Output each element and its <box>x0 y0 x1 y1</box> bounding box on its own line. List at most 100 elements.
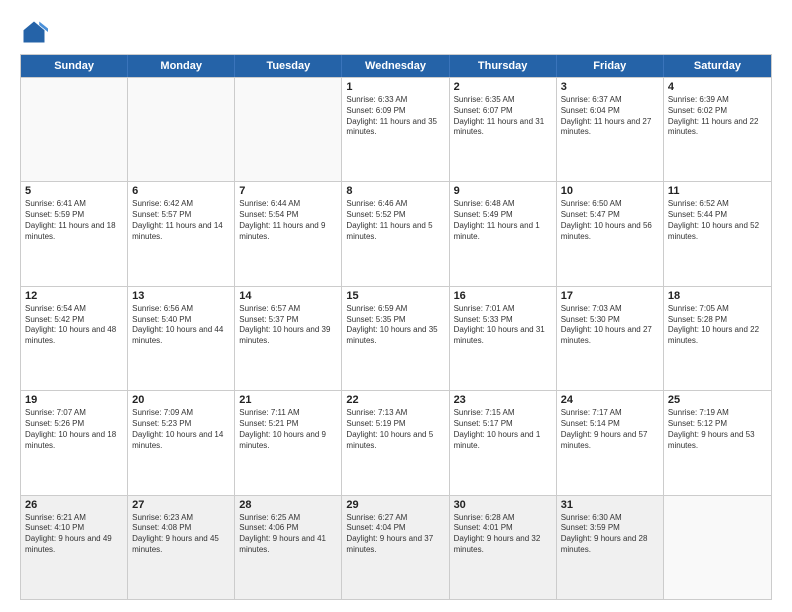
cal-cell: 15 Sunrise: 6:59 AM Sunset: 5:35 PM Dayli… <box>342 287 449 390</box>
cal-cell: 28 Sunrise: 6:25 AM Sunset: 4:06 PM Dayli… <box>235 496 342 599</box>
cal-cell <box>128 78 235 181</box>
day-number: 28 <box>239 499 337 511</box>
cell-info: Sunrise: 6:57 AM Sunset: 5:37 PM Dayligh… <box>239 304 337 347</box>
calendar-header-row: SundayMondayTuesdayWednesdayThursdayFrid… <box>21 55 771 77</box>
cal-cell <box>664 496 771 599</box>
cell-info: Sunrise: 6:46 AM Sunset: 5:52 PM Dayligh… <box>346 199 444 242</box>
cal-cell: 22 Sunrise: 7:13 AM Sunset: 5:19 PM Dayli… <box>342 391 449 494</box>
day-number: 14 <box>239 290 337 302</box>
cal-cell: 4 Sunrise: 6:39 AM Sunset: 6:02 PM Daylig… <box>664 78 771 181</box>
cell-info: Sunrise: 6:33 AM Sunset: 6:09 PM Dayligh… <box>346 95 444 138</box>
cell-info: Sunrise: 6:48 AM Sunset: 5:49 PM Dayligh… <box>454 199 552 242</box>
cal-header-tuesday: Tuesday <box>235 55 342 77</box>
day-number: 5 <box>25 185 123 197</box>
calendar: SundayMondayTuesdayWednesdayThursdayFrid… <box>20 54 772 600</box>
day-number: 30 <box>454 499 552 511</box>
day-number: 18 <box>668 290 767 302</box>
cal-cell: 9Sunrise: 6:48 AM Sunset: 5:49 PM Daylig… <box>450 182 557 285</box>
cal-cell <box>21 78 128 181</box>
day-number: 23 <box>454 394 552 406</box>
logo-icon <box>20 18 48 46</box>
calendar-row-3: 19 Sunrise: 7:07 AM Sunset: 5:26 PM Dayli… <box>21 390 771 494</box>
cell-info: Sunrise: 7:09 AM Sunset: 5:23 PM Dayligh… <box>132 408 230 451</box>
header <box>20 18 772 46</box>
cal-cell: 23 Sunrise: 7:15 AM Sunset: 5:17 PM Dayli… <box>450 391 557 494</box>
cell-info: Sunrise: 6:27 AM Sunset: 4:04 PM Dayligh… <box>346 513 444 556</box>
cal-cell: 8 Sunrise: 6:46 AM Sunset: 5:52 PM Daylig… <box>342 182 449 285</box>
cell-info: Sunrise: 7:19 AM Sunset: 5:12 PM Dayligh… <box>668 408 767 451</box>
cell-info: Sunrise: 6:30 AM Sunset: 3:59 PM Dayligh… <box>561 513 659 556</box>
cal-cell: 14 Sunrise: 6:57 AM Sunset: 5:37 PM Dayli… <box>235 287 342 390</box>
cell-info: Sunrise: 6:41 AM Sunset: 5:59 PM Dayligh… <box>25 199 123 242</box>
cell-info: Sunrise: 7:13 AM Sunset: 5:19 PM Dayligh… <box>346 408 444 451</box>
cell-info: Sunrise: 7:07 AM Sunset: 5:26 PM Dayligh… <box>25 408 123 451</box>
cell-info: Sunrise: 6:42 AM Sunset: 5:57 PM Dayligh… <box>132 199 230 242</box>
cal-header-monday: Monday <box>128 55 235 77</box>
day-number: 8 <box>346 185 444 197</box>
cal-cell: 18Sunrise: 7:05 AM Sunset: 5:28 PM Dayli… <box>664 287 771 390</box>
cell-info: Sunrise: 6:35 AM Sunset: 6:07 PM Dayligh… <box>454 95 552 138</box>
page: SundayMondayTuesdayWednesdayThursdayFrid… <box>0 0 792 612</box>
cal-cell: 5 Sunrise: 6:41 AM Sunset: 5:59 PM Daylig… <box>21 182 128 285</box>
day-number: 4 <box>668 81 767 93</box>
cal-header-friday: Friday <box>557 55 664 77</box>
calendar-row-4: 26Sunrise: 6:21 AM Sunset: 4:10 PM Dayli… <box>21 495 771 599</box>
calendar-row-0: 1Sunrise: 6:33 AM Sunset: 6:09 PM Daylig… <box>21 77 771 181</box>
cell-info: Sunrise: 7:17 AM Sunset: 5:14 PM Dayligh… <box>561 408 659 451</box>
cal-cell <box>235 78 342 181</box>
cal-cell: 13Sunrise: 6:56 AM Sunset: 5:40 PM Dayli… <box>128 287 235 390</box>
day-number: 24 <box>561 394 659 406</box>
day-number: 25 <box>668 394 767 406</box>
calendar-row-2: 12Sunrise: 6:54 AM Sunset: 5:42 PM Dayli… <box>21 286 771 390</box>
cell-info: Sunrise: 7:03 AM Sunset: 5:30 PM Dayligh… <box>561 304 659 347</box>
cal-cell: 21 Sunrise: 7:11 AM Sunset: 5:21 PM Dayli… <box>235 391 342 494</box>
cal-cell: 12Sunrise: 6:54 AM Sunset: 5:42 PM Dayli… <box>21 287 128 390</box>
day-number: 15 <box>346 290 444 302</box>
day-number: 17 <box>561 290 659 302</box>
cal-cell: 10 Sunrise: 6:50 AM Sunset: 5:47 PM Dayli… <box>557 182 664 285</box>
cell-info: Sunrise: 6:56 AM Sunset: 5:40 PM Dayligh… <box>132 304 230 347</box>
day-number: 19 <box>25 394 123 406</box>
day-number: 29 <box>346 499 444 511</box>
cal-cell: 20Sunrise: 7:09 AM Sunset: 5:23 PM Dayli… <box>128 391 235 494</box>
day-number: 26 <box>25 499 123 511</box>
day-number: 31 <box>561 499 659 511</box>
cell-info: Sunrise: 6:50 AM Sunset: 5:47 PM Dayligh… <box>561 199 659 242</box>
cal-cell: 1Sunrise: 6:33 AM Sunset: 6:09 PM Daylig… <box>342 78 449 181</box>
cell-info: Sunrise: 7:15 AM Sunset: 5:17 PM Dayligh… <box>454 408 552 451</box>
day-number: 2 <box>454 81 552 93</box>
cell-info: Sunrise: 6:23 AM Sunset: 4:08 PM Dayligh… <box>132 513 230 556</box>
cell-info: Sunrise: 6:28 AM Sunset: 4:01 PM Dayligh… <box>454 513 552 556</box>
cell-info: Sunrise: 6:44 AM Sunset: 5:54 PM Dayligh… <box>239 199 337 242</box>
day-number: 27 <box>132 499 230 511</box>
cal-cell: 6 Sunrise: 6:42 AM Sunset: 5:57 PM Daylig… <box>128 182 235 285</box>
cal-cell: 3 Sunrise: 6:37 AM Sunset: 6:04 PM Daylig… <box>557 78 664 181</box>
cell-info: Sunrise: 7:01 AM Sunset: 5:33 PM Dayligh… <box>454 304 552 347</box>
day-number: 11 <box>668 185 767 197</box>
cell-info: Sunrise: 6:37 AM Sunset: 6:04 PM Dayligh… <box>561 95 659 138</box>
day-number: 10 <box>561 185 659 197</box>
cal-cell: 11Sunrise: 6:52 AM Sunset: 5:44 PM Dayli… <box>664 182 771 285</box>
day-number: 22 <box>346 394 444 406</box>
day-number: 7 <box>239 185 337 197</box>
cal-header-sunday: Sunday <box>21 55 128 77</box>
calendar-body: 1Sunrise: 6:33 AM Sunset: 6:09 PM Daylig… <box>21 77 771 599</box>
cal-header-thursday: Thursday <box>450 55 557 77</box>
cal-cell: 29 Sunrise: 6:27 AM Sunset: 4:04 PM Dayli… <box>342 496 449 599</box>
cal-cell: 16Sunrise: 7:01 AM Sunset: 5:33 PM Dayli… <box>450 287 557 390</box>
cal-cell: 30 Sunrise: 6:28 AM Sunset: 4:01 PM Dayli… <box>450 496 557 599</box>
cell-info: Sunrise: 6:54 AM Sunset: 5:42 PM Dayligh… <box>25 304 123 347</box>
calendar-row-1: 5 Sunrise: 6:41 AM Sunset: 5:59 PM Daylig… <box>21 181 771 285</box>
cal-header-saturday: Saturday <box>664 55 771 77</box>
logo <box>20 18 52 46</box>
day-number: 6 <box>132 185 230 197</box>
day-number: 21 <box>239 394 337 406</box>
cell-info: Sunrise: 7:11 AM Sunset: 5:21 PM Dayligh… <box>239 408 337 451</box>
cell-info: Sunrise: 6:59 AM Sunset: 5:35 PM Dayligh… <box>346 304 444 347</box>
cell-info: Sunrise: 6:39 AM Sunset: 6:02 PM Dayligh… <box>668 95 767 138</box>
cal-cell: 7 Sunrise: 6:44 AM Sunset: 5:54 PM Daylig… <box>235 182 342 285</box>
cal-cell: 31 Sunrise: 6:30 AM Sunset: 3:59 PM Dayli… <box>557 496 664 599</box>
cell-info: Sunrise: 6:25 AM Sunset: 4:06 PM Dayligh… <box>239 513 337 556</box>
day-number: 3 <box>561 81 659 93</box>
cal-header-wednesday: Wednesday <box>342 55 449 77</box>
